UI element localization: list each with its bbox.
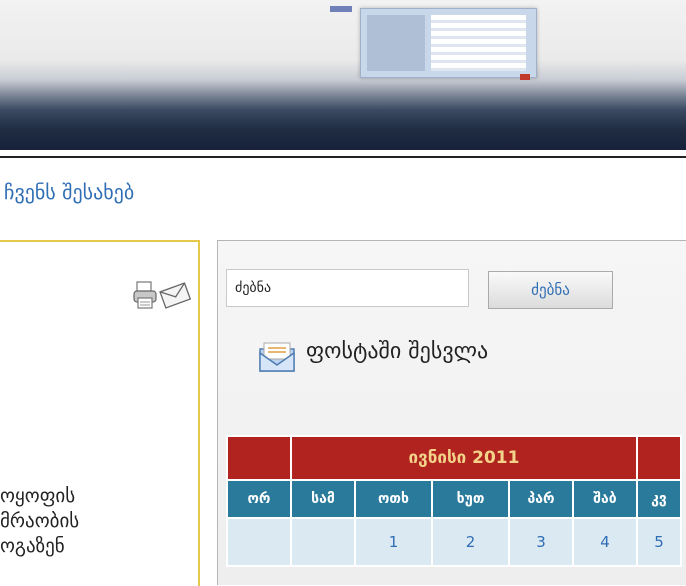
sidebar: ძებნა ფოსტაში შესვლა ივნისი 2011 ორ სამ: [217, 240, 686, 585]
calendar-weekday: ოთხ: [354, 479, 433, 519]
calendar-weekday: სამ: [290, 479, 356, 519]
header-banner: [0, 0, 686, 150]
calendar-day-empty: [226, 517, 292, 567]
calendar-next-cell: [636, 435, 682, 481]
calendar-weekday: შაბ: [572, 479, 638, 519]
print-icon[interactable]: [132, 280, 158, 314]
article-text-line: ოგაზენ: [0, 535, 65, 557]
calendar-day-empty: [290, 517, 356, 567]
calendar-day[interactable]: 1: [354, 517, 433, 567]
calendar-day[interactable]: 4: [572, 517, 638, 567]
calendar-day[interactable]: 2: [431, 517, 510, 567]
article-text: ოყოფის მრაობის ოგაზენ: [0, 484, 198, 559]
calendar: ივნისი 2011 ორ სამ ოთხ ხუთ პარ შაბ კვ 1 …: [226, 435, 682, 567]
calendar-weekday: ხუთ: [431, 479, 510, 519]
top-navigation: ჩვენს შესახებ: [0, 156, 686, 232]
calendar-weekday: ორ: [226, 479, 292, 519]
banner-decoration: [330, 6, 352, 12]
calendar-weekday: კვ: [636, 479, 682, 519]
calendar-day[interactable]: 3: [508, 517, 574, 567]
banner-screenshot-image: [360, 8, 537, 78]
mail-login-label: ფოსტაში შესვლა: [306, 339, 489, 364]
calendar-month-title: ივნისი 2011: [290, 435, 638, 481]
banner-decoration: [520, 74, 530, 80]
envelope-icon: [258, 341, 298, 377]
article-text-line: ოყოფის: [0, 485, 76, 507]
calendar-prev-cell: [226, 435, 292, 481]
search-input[interactable]: [226, 269, 469, 307]
article-panel: ოყოფის მრაობის ოგაზენ: [0, 240, 200, 586]
search-button[interactable]: ძებნა: [488, 271, 613, 309]
calendar-day[interactable]: 5: [636, 517, 682, 567]
calendar-weekday: პარ: [508, 479, 574, 519]
nav-link-about[interactable]: ჩვენს შესახებ: [4, 180, 134, 204]
article-text-line: მრაობის: [0, 510, 80, 532]
mail-icon[interactable]: [158, 280, 192, 314]
